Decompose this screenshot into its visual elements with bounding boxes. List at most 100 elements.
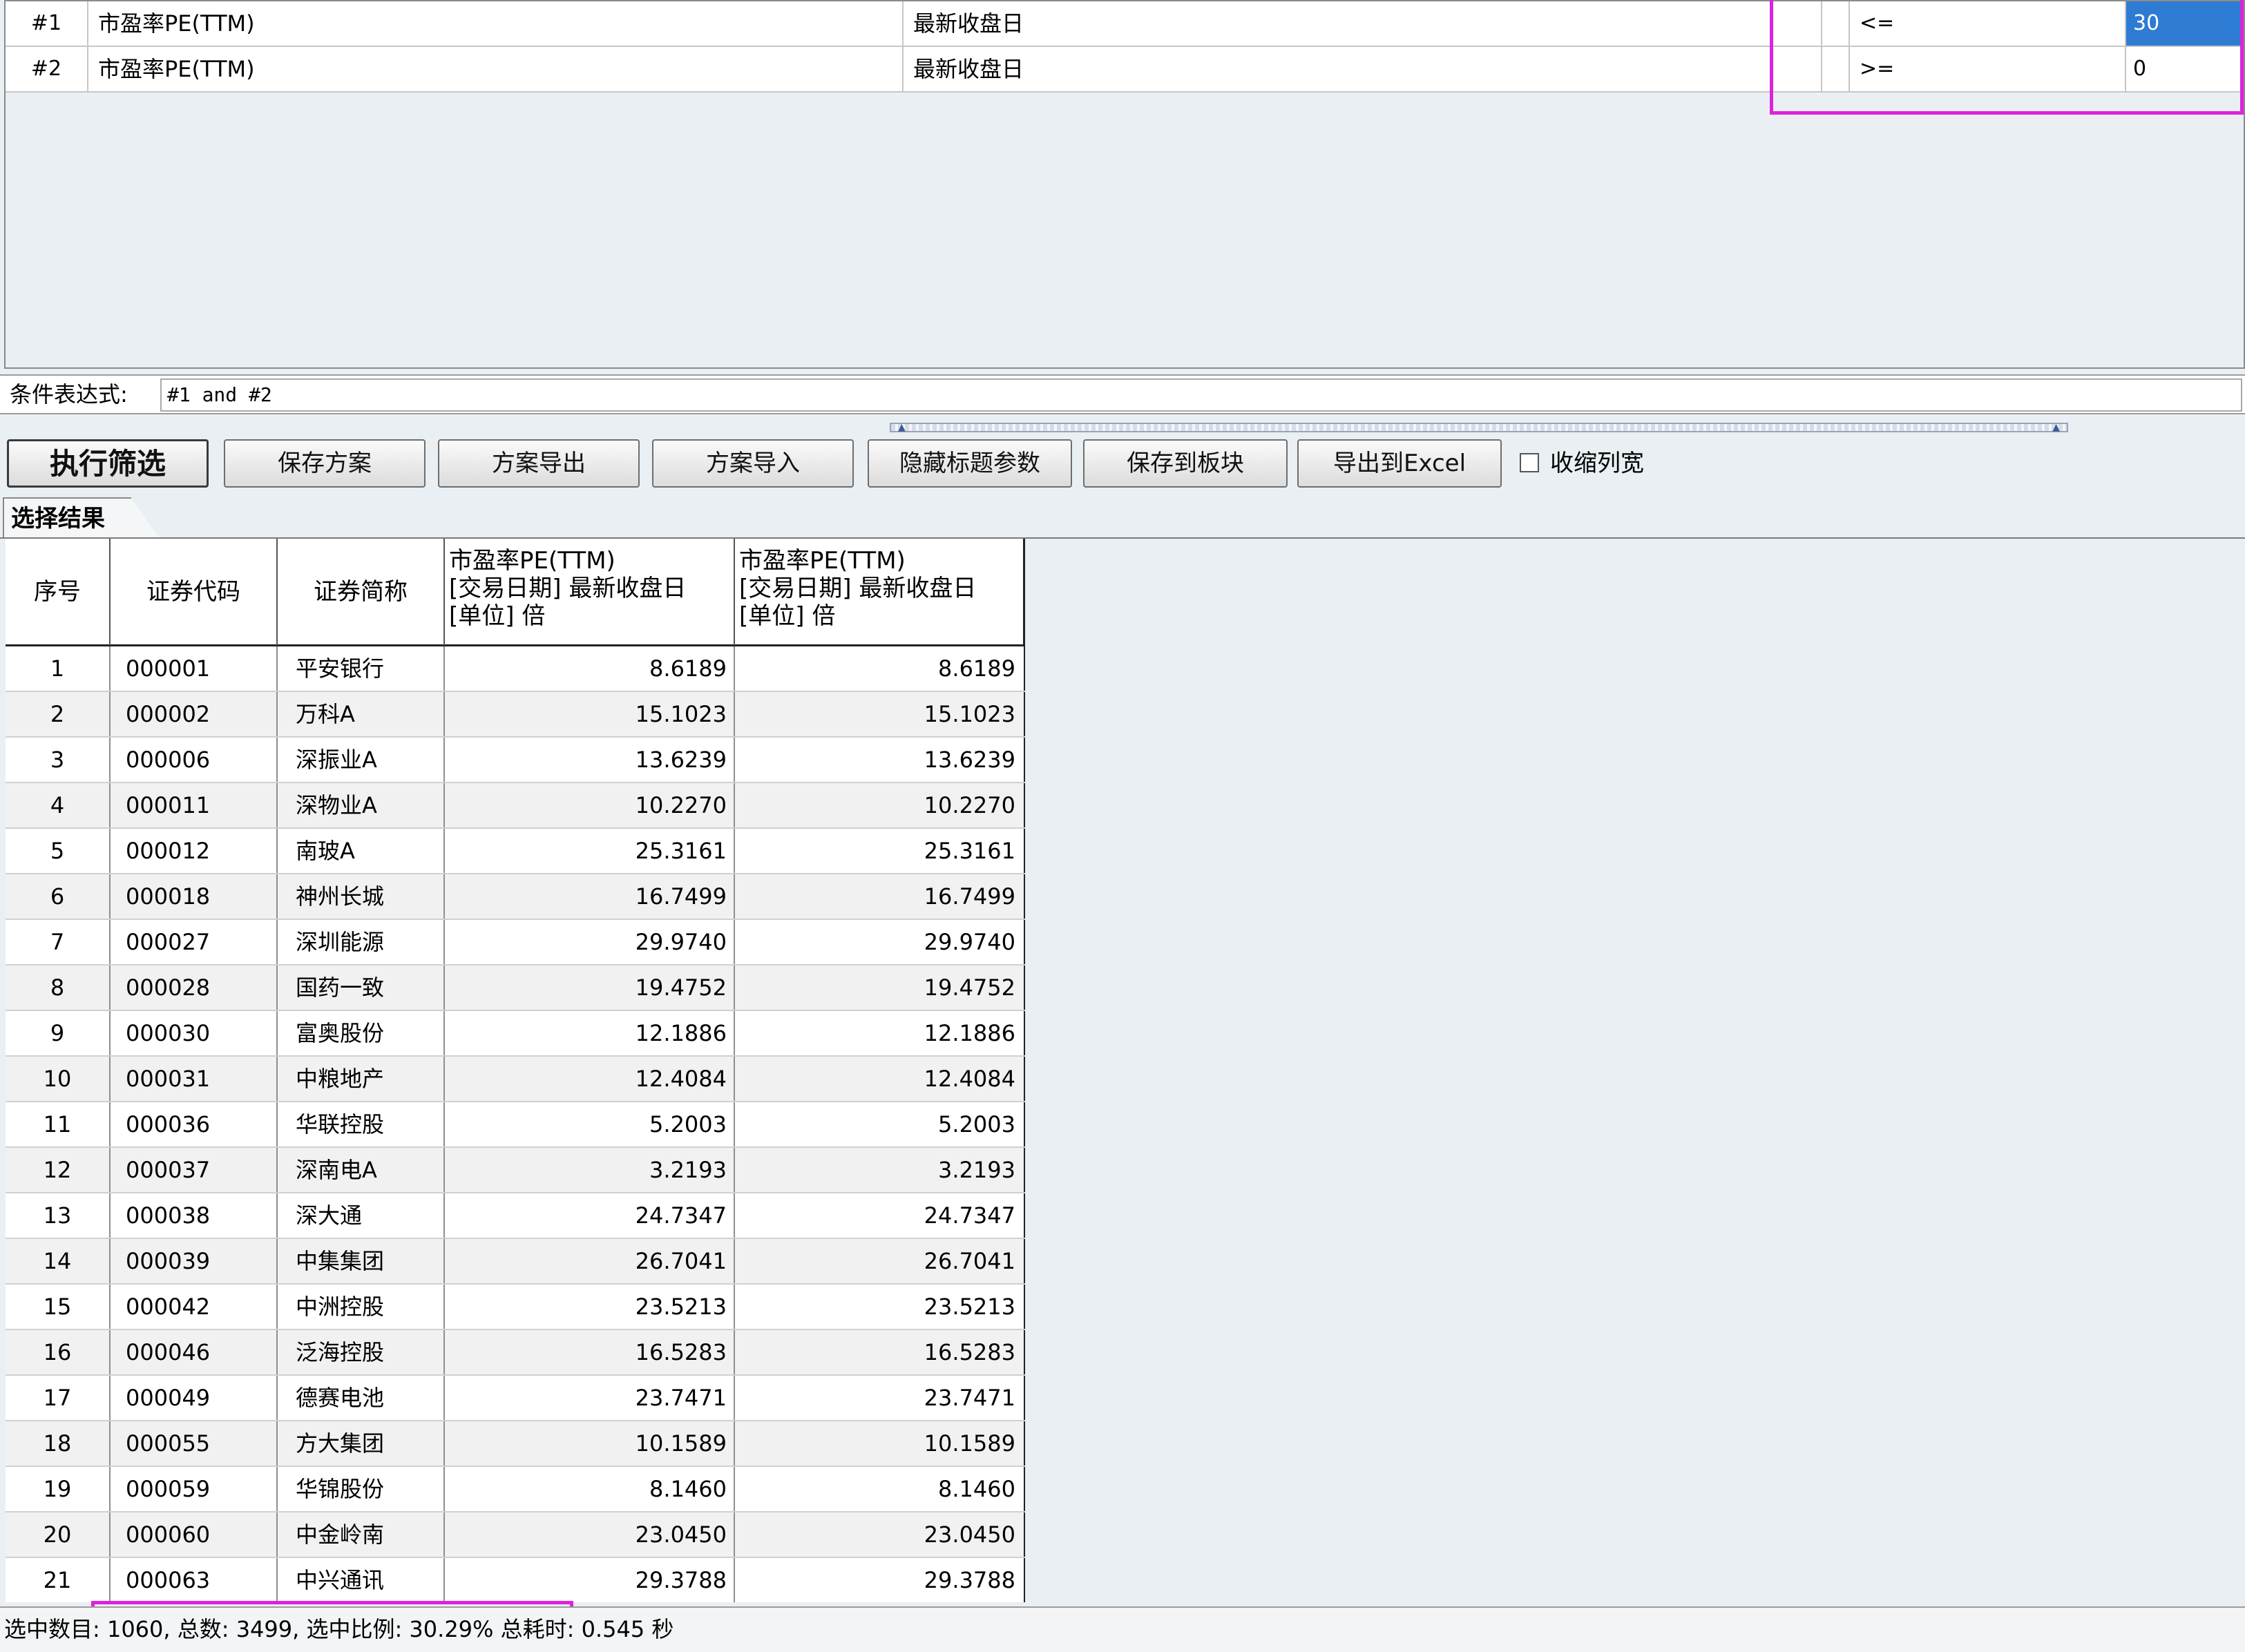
table-row[interactable]: 18 000055 方大集团 10.1589 10.1589 [6,1421,1025,1467]
cell-pe-2: 5.2003 [735,1102,1025,1146]
condition-operator[interactable]: >= [1850,47,2126,91]
condition-indicator[interactable]: 市盈率PE(TTM) [88,47,904,91]
cell-code: 000037 [111,1148,278,1192]
condition-indicator[interactable]: 市盈率PE(TTM) [88,1,904,46]
header-pe-2[interactable]: 市盈率PE(TTM) [交易日期] 最新收盘日 [单位] 倍 [735,539,1025,645]
condition-operator[interactable]: <= [1850,1,2126,46]
cell-seq: 19 [6,1467,111,1511]
header-name[interactable]: 证券简称 [278,539,445,645]
table-row[interactable]: 3 000006 深振业A 13.6239 13.6239 [6,738,1025,783]
cell-code: 000011 [111,783,278,827]
cell-code: 000012 [111,829,278,873]
save-to-block-button[interactable]: 保存到板块 [1083,439,1288,488]
export-plan-button[interactable]: 方案导出 [438,439,640,488]
cell-seq: 4 [6,783,111,827]
cell-name: 中集集团 [278,1239,445,1283]
cell-pe-1: 13.6239 [445,738,735,782]
cell-pe-2: 13.6239 [735,738,1025,782]
expression-label: 条件表达式: [10,381,128,407]
expression-input[interactable]: #1 and #2 [160,378,2242,412]
save-plan-button[interactable]: 保存方案 [224,439,426,488]
cell-code: 000046 [111,1330,278,1374]
cell-pe-1: 26.7041 [445,1239,735,1283]
table-row[interactable]: 10 000031 中粮地产 12.4084 12.4084 [6,1057,1025,1102]
panel-splitter[interactable]: ▲ ▲ [890,422,2068,433]
conditions-grid: #1 市盈率PE(TTM) 最新收盘日 <= 30 #2 市盈率PE(TTM) … [4,0,2245,369]
cell-code: 000028 [111,966,278,1010]
cell-name: 深圳能源 [278,920,445,964]
table-row[interactable]: 9 000030 富奥股份 12.1886 12.1886 [6,1011,1025,1057]
hide-title-params-button[interactable]: 隐藏标题参数 [868,439,1072,488]
table-row[interactable]: 16 000046 泛海控股 16.5283 16.5283 [6,1330,1025,1376]
compress-columns-label: 收缩列宽 [1550,450,1644,477]
cell-pe-2: 26.7041 [735,1239,1025,1283]
export-excel-button[interactable]: 导出到Excel [1297,439,1502,488]
cell-pe-2: 29.3788 [735,1558,1025,1602]
condition-row-1[interactable]: #1 市盈率PE(TTM) 最新收盘日 <= 30 [6,1,2244,47]
cell-pe-1: 23.5213 [445,1285,735,1329]
tab-selection-result[interactable]: 选择结果 [3,497,159,537]
cell-name: 南玻A [278,829,445,873]
condition-value[interactable]: 30 [2126,1,2244,46]
cell-code: 000027 [111,920,278,964]
table-row[interactable]: 15 000042 中洲控股 23.5213 23.5213 [6,1285,1025,1330]
cell-pe-2: 25.3161 [735,829,1025,873]
cell-seq: 11 [6,1102,111,1146]
compress-columns-toggle[interactable]: 收缩列宽 [1520,439,1644,488]
cell-code: 000059 [111,1467,278,1511]
cell-pe-1: 16.7499 [445,874,735,919]
table-row[interactable]: 6 000018 神州长城 16.7499 16.7499 [6,874,1025,920]
table-row[interactable]: 11 000036 华联控股 5.2003 5.2003 [6,1102,1025,1148]
condition-value[interactable]: 0 [2126,47,2244,91]
cell-seq: 18 [6,1421,111,1466]
cell-seq: 13 [6,1193,111,1238]
cell-name: 万科A [278,692,445,736]
table-row[interactable]: 12 000037 深南电A 3.2193 3.2193 [6,1148,1025,1193]
table-row[interactable]: 20 000060 中金岭南 23.0450 23.0450 [6,1512,1025,1558]
cell-name: 华联控股 [278,1102,445,1146]
cell-name: 华锦股份 [278,1467,445,1511]
cell-name: 神州长城 [278,874,445,919]
cell-pe-2: 15.1023 [735,692,1025,736]
cell-pe-1: 25.3161 [445,829,735,873]
cell-pe-1: 23.7471 [445,1376,735,1420]
table-row[interactable]: 4 000011 深物业A 10.2270 10.2270 [6,783,1025,829]
status-bar: 选中数目: 1060, 总数: 3499, 选中比例: 30.29% 总耗时: … [0,1606,2245,1652]
cell-seq: 14 [6,1239,111,1283]
table-row[interactable]: 21 000063 中兴通讯 29.3788 29.3788 [6,1558,1025,1602]
cell-code: 000030 [111,1011,278,1055]
cell-pe-2: 16.5283 [735,1330,1025,1374]
header-code[interactable]: 证券代码 [111,539,278,645]
header-pe-1-line: 市盈率PE(TTM) [449,547,615,575]
table-row[interactable]: 7 000027 深圳能源 29.9740 29.9740 [6,920,1025,966]
cell-pe-1: 8.1460 [445,1467,735,1511]
table-row[interactable]: 13 000038 深大通 24.7347 24.7347 [6,1193,1025,1239]
table-row[interactable]: 1 000001 平安银行 8.6189 8.6189 [6,646,1025,692]
import-plan-button[interactable]: 方案导入 [652,439,854,488]
table-row[interactable]: 8 000028 国药一致 19.4752 19.4752 [6,966,1025,1011]
cell-pe-2: 23.5213 [735,1285,1025,1329]
run-filter-button[interactable]: 执行筛选 [7,439,209,488]
cell-pe-1: 29.3788 [445,1558,735,1602]
header-pe-1[interactable]: 市盈率PE(TTM) [交易日期] 最新收盘日 [单位] 倍 [445,539,735,645]
cell-pe-1: 29.9740 [445,920,735,964]
splitter-up-arrow-icon: ▲ [2052,422,2060,433]
cell-code: 000036 [111,1102,278,1146]
compress-columns-checkbox[interactable] [1520,452,1539,472]
table-row[interactable]: 14 000039 中集集团 26.7041 26.7041 [6,1239,1025,1285]
table-row[interactable]: 19 000059 华锦股份 8.1460 8.1460 [6,1467,1025,1512]
header-pe-1-line: [单位] 倍 [449,602,546,630]
table-row[interactable]: 5 000012 南玻A 25.3161 25.3161 [6,829,1025,874]
cell-pe-2: 23.7471 [735,1376,1025,1420]
condition-row-2[interactable]: #2 市盈率PE(TTM) 最新收盘日 >= 0 [6,47,2244,93]
header-seq[interactable]: 序号 [6,539,111,645]
condition-date[interactable]: 最新收盘日 [904,1,1822,46]
table-row[interactable]: 17 000049 德赛电池 23.7471 23.7471 [6,1376,1025,1421]
cell-pe-2: 3.2193 [735,1148,1025,1192]
cell-pe-2: 19.4752 [735,966,1025,1010]
condition-blank-cell [1822,1,1850,46]
condition-date[interactable]: 最新收盘日 [904,47,1822,91]
cell-pe-1: 10.1589 [445,1421,735,1466]
cell-pe-2: 12.4084 [735,1057,1025,1101]
table-row[interactable]: 2 000002 万科A 15.1023 15.1023 [6,692,1025,738]
